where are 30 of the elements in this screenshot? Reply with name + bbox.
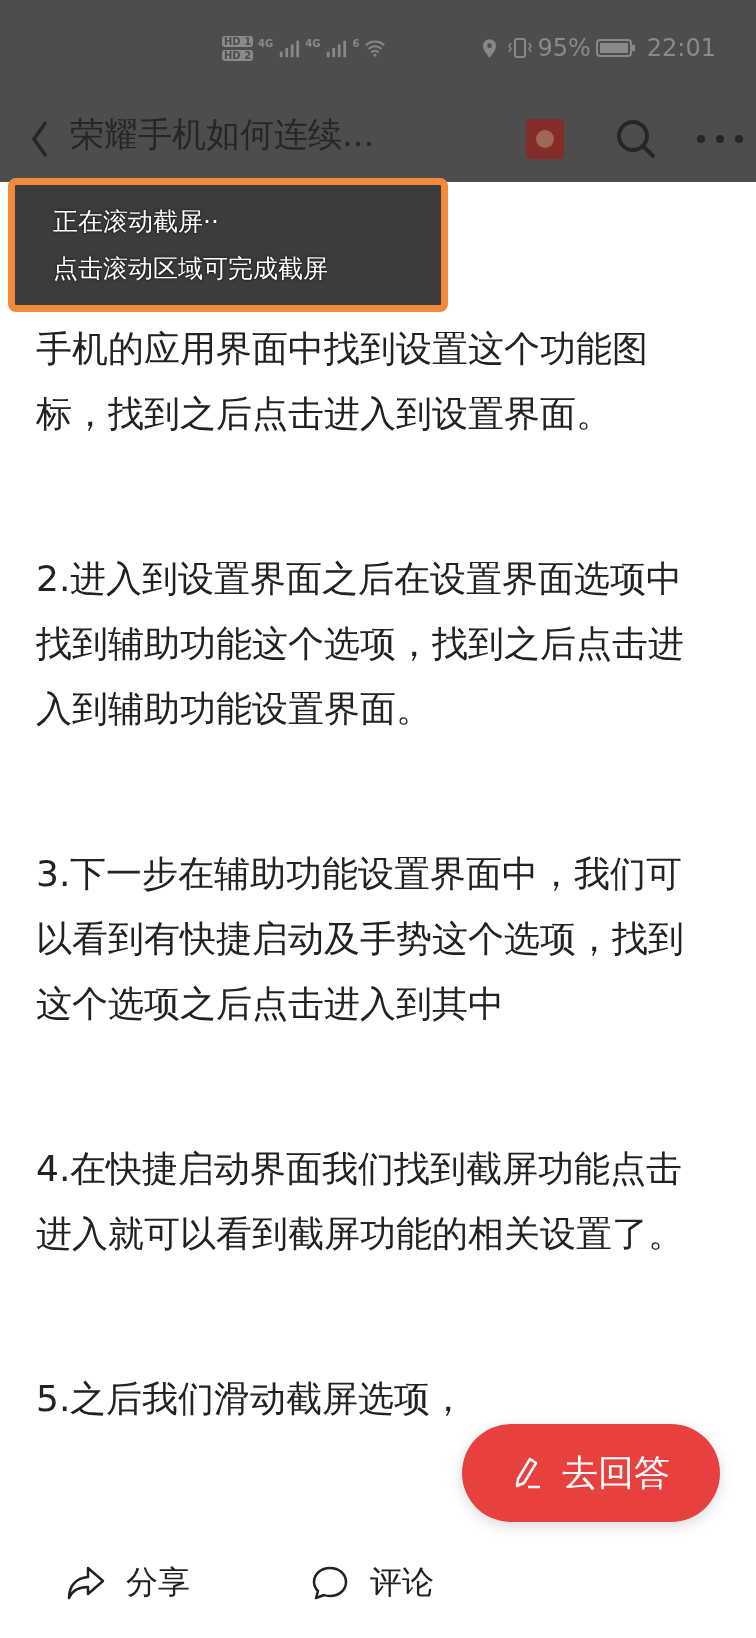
wifi-label: 6	[352, 38, 360, 49]
battery-icon	[595, 38, 636, 58]
article-paragraph: 2.进入到设置界面之后在设置界面选项中找到辅助功能这个选项，找到之后点击进入到辅助功能设置界面。	[36, 557, 685, 731]
sim-label: HD 1	[222, 35, 254, 47]
article-paragraph: 手机的应用界面中找到设置这个功能图标，找到之后点击进入到设置界面。	[36, 327, 649, 436]
article-paragraph: 5.之后我们滑动截屏选项，	[36, 1377, 468, 1421]
more-icon[interactable]	[696, 134, 744, 144]
speech-bubble-icon	[310, 1565, 350, 1601]
answer-button[interactable]: 去回答	[462, 1424, 720, 1522]
battery-percent: 95%	[537, 34, 591, 62]
app-icon[interactable]	[526, 119, 564, 159]
signal-icon	[278, 38, 301, 58]
toast-text: 正在滚动截屏··	[53, 206, 219, 238]
search-icon[interactable]	[614, 117, 658, 161]
network-label: 4G	[305, 38, 321, 49]
screenshot-toast[interactable]: 正在滚动截屏·· 点击滚动区域可完成截屏	[8, 178, 448, 312]
wifi-icon	[364, 38, 387, 58]
clock: 22:01	[646, 34, 716, 62]
comment-button[interactable]: 评论	[310, 1561, 434, 1605]
location-pin-icon	[482, 37, 498, 59]
sim-label: HD 2	[222, 49, 254, 61]
share-button[interactable]: 分享	[66, 1561, 190, 1605]
back-icon[interactable]	[30, 119, 50, 159]
signal-icon	[325, 38, 348, 58]
article-paragraph: 4.在快捷启动界面我们找到截屏功能点击进入就可以看到截屏功能的相关设置了。	[36, 1147, 685, 1256]
article-paragraph: 3.下一步在辅助功能设置界面中，我们可以看到有快捷启动及手势这个选项，找到这个选项之后点击进入到其中	[36, 852, 685, 1026]
vibrate-icon	[508, 37, 533, 59]
toast-text: 点击滚动区域可完成截屏	[53, 253, 328, 285]
network-label: 4G	[258, 38, 274, 49]
share-icon	[66, 1565, 106, 1601]
